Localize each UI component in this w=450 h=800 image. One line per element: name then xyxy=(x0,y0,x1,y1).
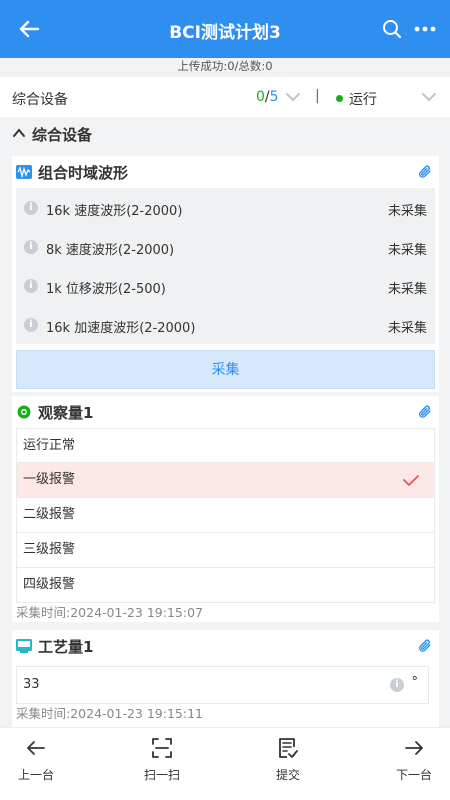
device-label: 综合设备 xyxy=(12,92,68,108)
more-options-icon[interactable] xyxy=(412,17,438,41)
process-title: 工艺量1 xyxy=(38,638,94,656)
attachment-icon[interactable] xyxy=(417,638,433,654)
info-icon[interactable]: i xyxy=(390,678,404,692)
waveform-list: i 16k 速度波形(2-2000) 未采集 i 8k 速度波形(2-2000)… xyxy=(16,188,435,344)
waveform-title: 组合时域波形 xyxy=(38,164,129,182)
waveform-name: 16k 加速度波形(2-2000) xyxy=(46,321,196,336)
observation-title: 观察量1 xyxy=(38,404,94,422)
scan-label: 扫一扫 xyxy=(143,768,180,782)
waveform-name: 1k 位移波形(2-500) xyxy=(46,282,166,297)
bottom-nav: 上一台 扫一扫 提交 下一台 xyxy=(0,727,450,800)
section-header[interactable]: 综合设备 xyxy=(12,124,92,146)
attachment-icon[interactable] xyxy=(417,404,433,420)
device-count[interactable]: 0/5 xyxy=(256,89,279,105)
waveform-item[interactable]: i 8k 速度波形(2-2000) 未采集 xyxy=(16,227,435,266)
observation-option[interactable]: 二级报警 xyxy=(16,498,435,533)
process-card: 工艺量1 33 i ° 采集时间:2024-01-23 19:15:11 xyxy=(12,630,439,727)
observation-card-header: 观察量1 xyxy=(12,396,439,428)
prev-device-button[interactable]: 上一台 xyxy=(0,736,76,783)
info-icon: i xyxy=(24,318,38,332)
submit-document-icon xyxy=(279,738,298,758)
attachment-icon[interactable] xyxy=(417,164,433,180)
collect-button[interactable]: 采集 xyxy=(16,350,435,389)
waveform-item[interactable]: i 16k 速度波形(2-2000) 未采集 xyxy=(16,188,435,227)
info-icon: i xyxy=(24,201,38,215)
status-dot-icon xyxy=(336,95,343,102)
waveform-item[interactable]: i 1k 位移波形(2-500) 未采集 xyxy=(16,266,435,305)
observation-card: 观察量1 运行正常 一级报警 二级报警 三级报警 四级报警 采集时间:2024-… xyxy=(12,396,439,622)
divider: | xyxy=(315,88,320,104)
device-selector-row: 综合设备 0/5 | 运行 xyxy=(0,77,450,117)
monitor-icon xyxy=(16,639,32,653)
observation-option[interactable]: 运行正常 xyxy=(16,428,435,463)
process-value-input[interactable]: 33 i ° xyxy=(16,666,429,704)
submit-label: 提交 xyxy=(275,768,300,782)
search-icon[interactable] xyxy=(380,17,404,41)
process-value: 33 xyxy=(23,677,40,692)
waveform-name: 8k 速度波形(2-2000) xyxy=(46,243,175,258)
waveform-card: 组合时域波形 i 16k 速度波形(2-2000) 未采集 i 8k 速度波形(… xyxy=(12,156,439,392)
info-icon: i xyxy=(24,240,38,254)
scan-button[interactable]: 扫一扫 xyxy=(122,736,202,783)
device-total-count: 5 xyxy=(269,89,279,105)
arrow-left-icon xyxy=(27,741,45,755)
run-status[interactable]: 运行 xyxy=(349,89,377,109)
waveform-status: 未采集 xyxy=(387,204,427,219)
upload-status: 上传成功:0/总数:0 xyxy=(0,58,450,76)
submit-button[interactable]: 提交 xyxy=(248,736,328,783)
next-device-label: 下一台 xyxy=(395,768,432,782)
observation-option-label: 一级报警 xyxy=(23,472,76,487)
observation-option-selected[interactable]: 一级报警 xyxy=(16,463,435,498)
arrow-right-icon xyxy=(405,741,423,755)
observation-options: 运行正常 一级报警 二级报警 三级报警 四级报警 xyxy=(16,428,435,603)
waveform-status: 未采集 xyxy=(387,282,427,297)
eye-icon xyxy=(17,405,31,419)
device-done-count: 0 xyxy=(256,89,265,105)
prev-device-label: 上一台 xyxy=(17,768,54,782)
observation-collect-time: 采集时间:2024-01-23 19:15:07 xyxy=(16,605,203,620)
process-collect-time: 采集时间:2024-01-23 19:15:11 xyxy=(16,706,203,721)
waveform-icon xyxy=(16,165,32,179)
scan-icon xyxy=(152,738,172,758)
info-icon: i xyxy=(24,279,38,293)
waveform-name: 16k 速度波形(2-2000) xyxy=(46,204,183,219)
observation-option[interactable]: 三级报警 xyxy=(16,533,435,568)
chevron-up-icon xyxy=(13,128,25,137)
process-unit: ° xyxy=(411,675,419,690)
checkmark-icon xyxy=(403,475,419,486)
process-card-header: 工艺量1 xyxy=(12,630,439,662)
chevron-down-icon[interactable] xyxy=(285,90,301,104)
waveform-status: 未采集 xyxy=(387,321,427,336)
app-header: BCI测试计划3 xyxy=(0,0,450,58)
waveform-card-header: 组合时域波形 xyxy=(12,156,439,188)
observation-option[interactable]: 四级报警 xyxy=(16,568,435,603)
section-title: 综合设备 xyxy=(32,126,93,144)
chevron-down-icon[interactable] xyxy=(421,90,437,104)
waveform-status: 未采集 xyxy=(387,243,427,258)
waveform-item[interactable]: i 16k 加速度波形(2-2000) 未采集 xyxy=(16,305,435,344)
next-device-button[interactable]: 下一台 xyxy=(374,736,450,783)
